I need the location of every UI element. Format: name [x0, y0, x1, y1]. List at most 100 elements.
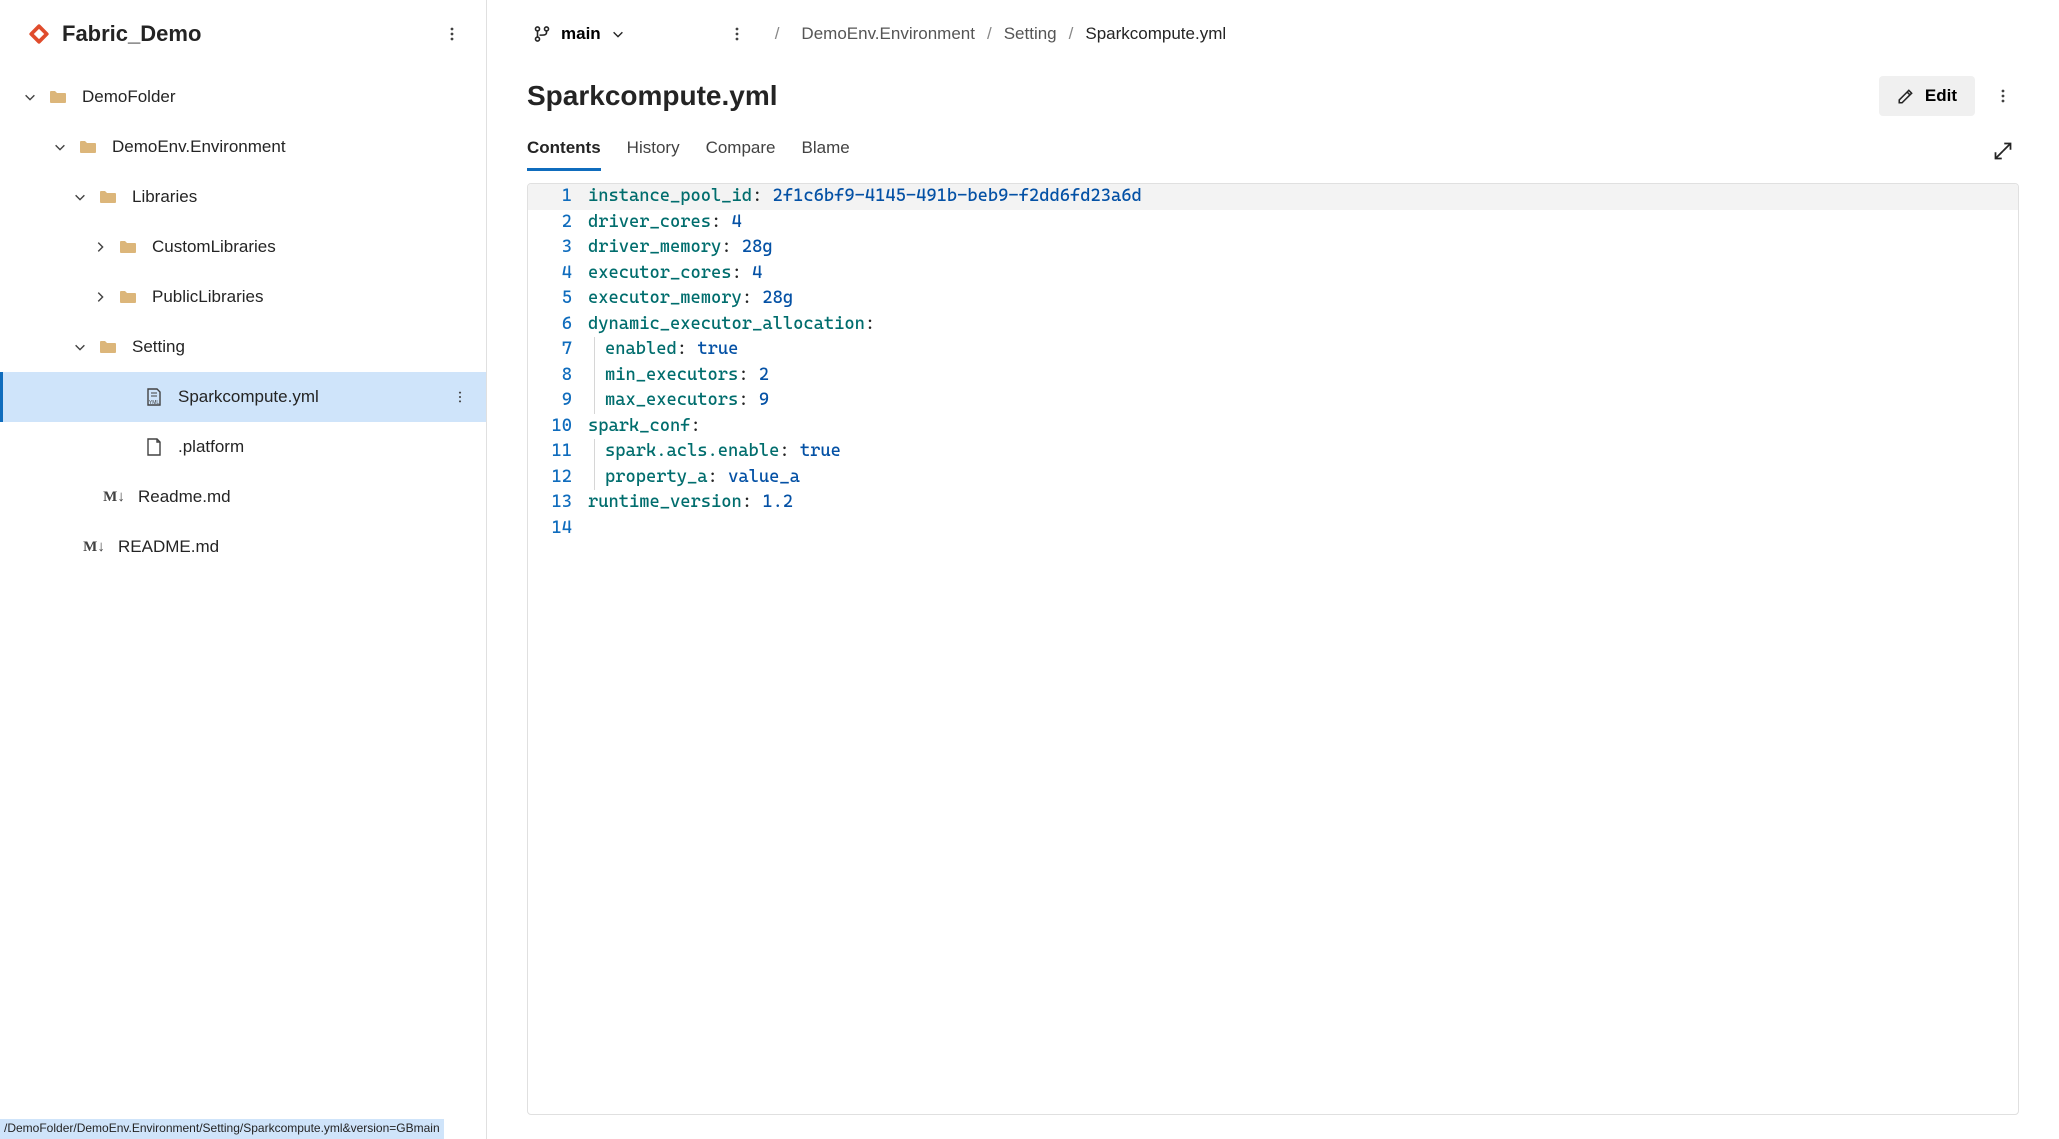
code-line: 5executor_memory: 28g — [528, 286, 2018, 312]
breadcrumb-sep: / — [763, 24, 792, 44]
topbar-more-button[interactable] — [721, 18, 753, 50]
code-content: property_a: value_a — [584, 465, 2018, 491]
chevron-down-icon — [611, 27, 625, 41]
tree-item-more-button[interactable] — [446, 383, 474, 411]
file-title: Sparkcompute.yml — [527, 80, 1879, 112]
code-content: runtime_version: 1.2 — [584, 490, 2018, 516]
tree-item-label: CustomLibraries — [152, 237, 446, 257]
code-line: 9max_executors: 9 — [528, 388, 2018, 414]
code-line: 7enabled: true — [528, 337, 2018, 363]
fullscreen-button[interactable] — [1987, 135, 2019, 167]
tree-item-label: .platform — [178, 437, 446, 457]
line-number: 13 — [528, 490, 584, 516]
file-tree: DemoFolder DemoEnv.Environment Libraries Cu… — [0, 68, 486, 1139]
tree-item-setting[interactable]: Setting — [0, 322, 486, 372]
line-number: 14 — [528, 516, 584, 542]
tree-item-label: PublicLibraries — [152, 287, 446, 307]
tree-item-demoenv[interactable]: DemoEnv.Environment — [0, 122, 486, 172]
code-content: spark_conf: — [584, 414, 2018, 440]
code-line: 13runtime_version: 1.2 — [528, 490, 2018, 516]
folder-icon — [98, 337, 118, 357]
md-icon: M↓ — [84, 537, 104, 557]
sidebar: Fabric_Demo DemoFolder DemoEnv.Environmen… — [0, 0, 487, 1139]
code-line: 12property_a: value_a — [528, 465, 2018, 491]
tree-item-label: Sparkcompute.yml — [178, 387, 446, 407]
chevron-down-icon[interactable] — [22, 89, 38, 105]
status-bar: /DemoFolder/DemoEnv.Environment/Setting/… — [0, 1119, 444, 1139]
line-number: 9 — [528, 388, 584, 414]
line-number: 6 — [528, 312, 584, 338]
code-content: min_executors: 2 — [584, 363, 2018, 389]
repo-title: Fabric_Demo — [62, 21, 436, 47]
line-number: 8 — [528, 363, 584, 389]
line-number: 7 — [528, 337, 584, 363]
tree-item-label: Setting — [132, 337, 446, 357]
file-more-button[interactable] — [1987, 80, 2019, 112]
edit-label: Edit — [1925, 86, 1957, 106]
tree-item-label: DemoEnv.Environment — [112, 137, 446, 157]
file-header: Sparkcompute.yml Edit — [487, 56, 2059, 124]
chevron-right-icon[interactable] — [92, 289, 108, 305]
folder-icon — [118, 287, 138, 307]
tab-history[interactable]: History — [627, 130, 680, 171]
tree-item-label: DemoFolder — [82, 87, 446, 107]
tree-item-readme1[interactable]: M↓ Readme.md — [0, 472, 486, 522]
topbar: main / DemoEnv.Environment/Setting/Spark… — [487, 0, 2059, 56]
code-content: executor_memory: 28g — [584, 286, 2018, 312]
tree-item-label: README.md — [118, 537, 446, 557]
tree-item-publiclibs[interactable]: PublicLibraries — [0, 272, 486, 322]
breadcrumb-item[interactable]: DemoEnv.Environment — [801, 24, 975, 43]
folder-icon — [98, 187, 118, 207]
chevron-down-icon[interactable] — [72, 339, 88, 355]
line-number: 3 — [528, 235, 584, 261]
file-icon — [144, 437, 164, 457]
code-content: executor_cores: 4 — [584, 261, 2018, 287]
main-pane: main / DemoEnv.Environment/Setting/Spark… — [487, 0, 2059, 1139]
line-number: 11 — [528, 439, 584, 465]
code-content: max_executors: 9 — [584, 388, 2018, 414]
edit-button[interactable]: Edit — [1879, 76, 1975, 116]
tree-item-sparkcompute[interactable]: YML Sparkcompute.yml — [0, 372, 486, 422]
breadcrumb-item[interactable]: Setting — [1004, 24, 1057, 43]
edit-icon — [1897, 87, 1915, 105]
branch-icon — [533, 25, 551, 43]
tab-compare[interactable]: Compare — [706, 130, 776, 171]
code-line: 10spark_conf: — [528, 414, 2018, 440]
line-number: 2 — [528, 210, 584, 236]
line-number: 12 — [528, 465, 584, 491]
sidebar-header: Fabric_Demo — [0, 0, 486, 68]
tabs: Contents History Compare Blame — [487, 124, 2059, 171]
breadcrumb-sep: / — [975, 24, 1004, 43]
code-line: 2driver_cores: 4 — [528, 210, 2018, 236]
code-content: driver_memory: 28g — [584, 235, 2018, 261]
tab-blame[interactable]: Blame — [802, 130, 850, 171]
code-line: 8min_executors: 2 — [528, 363, 2018, 389]
tree-item-label: Readme.md — [138, 487, 446, 507]
tree-item-customlibs[interactable]: CustomLibraries — [0, 222, 486, 272]
code-content: instance_pool_id: 2f1c6bf9-4145-491b-beb… — [584, 184, 2018, 210]
line-number: 5 — [528, 286, 584, 312]
tree-item-platform[interactable]: .platform — [0, 422, 486, 472]
code-viewer[interactable]: 1instance_pool_id: 2f1c6bf9-4145-491b-be… — [527, 183, 2019, 1115]
folder-icon — [78, 137, 98, 157]
sidebar-more-button[interactable] — [436, 18, 468, 50]
chevron-right-icon[interactable] — [92, 239, 108, 255]
code-line: 1instance_pool_id: 2f1c6bf9-4145-491b-be… — [528, 184, 2018, 210]
folder-icon — [48, 87, 68, 107]
tree-item-demofolder[interactable]: DemoFolder — [0, 72, 486, 122]
tree-item-libraries[interactable]: Libraries — [0, 172, 486, 222]
code-line: 4executor_cores: 4 — [528, 261, 2018, 287]
chevron-down-icon[interactable] — [72, 189, 88, 205]
tree-item-readme2[interactable]: M↓ README.md — [0, 522, 486, 572]
code-line: 6dynamic_executor_allocation: — [528, 312, 2018, 338]
code-content: dynamic_executor_allocation: — [584, 312, 2018, 338]
code-content: enabled: true — [584, 337, 2018, 363]
branch-name: main — [561, 24, 601, 44]
breadcrumb-sep: / — [1057, 24, 1086, 43]
branch-selector[interactable]: main — [527, 20, 631, 48]
md-icon: M↓ — [104, 487, 124, 507]
breadcrumb-item[interactable]: Sparkcompute.yml — [1085, 24, 1226, 43]
chevron-down-icon[interactable] — [52, 139, 68, 155]
tab-contents[interactable]: Contents — [527, 130, 601, 171]
svg-text:YML: YML — [149, 400, 160, 406]
